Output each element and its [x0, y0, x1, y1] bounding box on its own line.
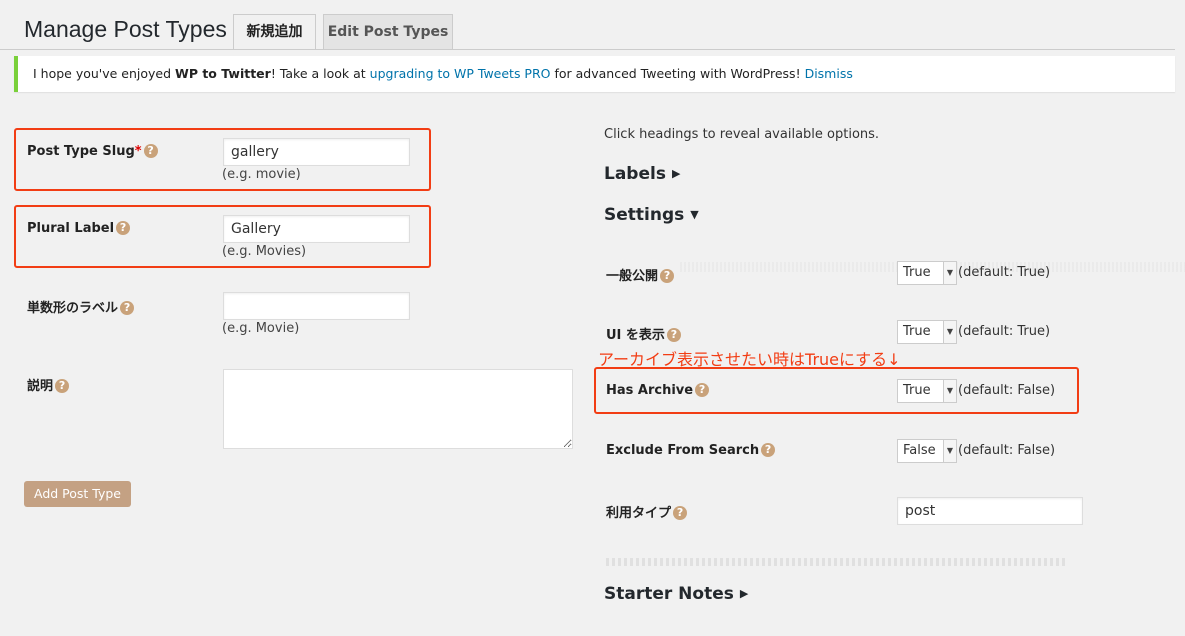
help-icon[interactable]: ? [673, 506, 688, 520]
slug-label: Post Type Slug*? [27, 144, 158, 159]
setting-label-text: 一般公開 [606, 269, 659, 284]
slug-input[interactable]: gallery [223, 138, 410, 166]
description-textarea[interactable] [223, 369, 573, 449]
notice-text-after: for advanced Tweeting with WordPress! [550, 66, 805, 81]
page-title: Manage Post Types [24, 16, 227, 42]
plural-hint: (e.g. Movies) [222, 244, 307, 259]
settings-heading[interactable]: Settings ▼ [604, 205, 699, 225]
has-archive-default: (default: False) [958, 383, 1056, 398]
notice-plugin-name: WP to Twitter [175, 66, 271, 81]
notice-text-mid: ! Take a look at [270, 66, 370, 81]
slug-label-text: Post Type Slug [27, 144, 135, 159]
singular-hint: (e.g. Movie) [222, 321, 300, 336]
notice-text-before: I hope you've enjoyed [33, 66, 176, 81]
has-archive-select[interactable]: True ▼ [897, 379, 957, 403]
public-select[interactable]: True ▼ [897, 261, 957, 285]
starter-notes-heading[interactable]: Starter Notes ▶ [604, 584, 748, 604]
setting-public-label: 一般公開? [606, 265, 675, 284]
slug-hint: (e.g. movie) [222, 167, 301, 182]
upgrade-link[interactable]: upgrading to WP Tweets PRO [370, 66, 551, 81]
setting-show-ui-label: UI を表示? [606, 324, 681, 343]
singular-input[interactable] [223, 292, 410, 320]
add-post-type-button[interactable]: Add Post Type [24, 481, 131, 507]
singular-label-text: 単数形のラベル [27, 301, 119, 316]
caret-down-icon: ▼ [943, 262, 956, 284]
select-value: True [903, 324, 931, 339]
select-value: True [903, 265, 931, 280]
help-icon[interactable]: ? [55, 379, 70, 393]
help-icon[interactable]: ? [660, 269, 675, 283]
tab-edit-post-types[interactable]: Edit Post Types [323, 14, 453, 49]
show-ui-default: (default: True) [958, 324, 1051, 339]
setting-exclude-search-label: Exclude From Search? [606, 443, 776, 458]
select-value: False [903, 443, 936, 458]
faded-row [606, 558, 1066, 566]
setting-label-text: UI を表示 [606, 328, 665, 343]
plural-label: Plural Label? [27, 221, 131, 236]
singular-label: 単数形のラベル? [27, 297, 135, 316]
capability-input[interactable]: post [897, 497, 1083, 525]
triangle-right-icon: ▶ [739, 587, 749, 600]
setting-has-archive-label: Has Archive? [606, 383, 710, 398]
triangle-down-icon: ▼ [690, 208, 699, 221]
caret-down-icon: ▼ [943, 440, 956, 462]
triangle-right-icon: ▶ [671, 167, 681, 180]
help-icon[interactable]: ? [695, 383, 710, 397]
description-label-text: 説明 [27, 379, 54, 394]
description-label: 説明? [27, 375, 70, 394]
setting-capability-label: 利用タイプ? [606, 502, 688, 521]
labels-heading[interactable]: Labels ▶ [604, 164, 680, 184]
help-icon[interactable]: ? [120, 301, 135, 315]
plural-label-text: Plural Label [27, 221, 115, 236]
starter-notes-heading-text: Starter Notes [604, 584, 734, 604]
dismiss-link[interactable]: Dismiss [805, 66, 853, 81]
help-icon[interactable]: ? [666, 328, 681, 342]
help-icon[interactable]: ? [761, 443, 776, 457]
caret-down-icon: ▼ [943, 380, 956, 402]
settings-heading-text: Settings [604, 205, 685, 225]
caret-down-icon: ▼ [943, 321, 956, 343]
options-intro: Click headings to reveal available optio… [604, 127, 880, 142]
setting-label-text: Exclude From Search [606, 443, 760, 458]
setting-label-text: 利用タイプ [606, 506, 672, 521]
exclude-search-default: (default: False) [958, 443, 1056, 458]
help-icon[interactable]: ? [116, 221, 131, 235]
tab-add-new[interactable]: 新規追加 [233, 14, 316, 50]
labels-heading-text: Labels [604, 164, 666, 184]
plural-input[interactable]: Gallery [223, 215, 410, 243]
exclude-search-select[interactable]: False ▼ [897, 439, 957, 463]
public-default: (default: True) [958, 265, 1051, 280]
help-icon[interactable]: ? [143, 144, 158, 158]
required-mark: * [134, 144, 142, 159]
tab-divider [0, 49, 1175, 50]
show-ui-select[interactable]: True ▼ [897, 320, 957, 344]
select-value: True [903, 383, 931, 398]
admin-notice: I hope you've enjoyed WP to Twitter! Tak… [14, 56, 1175, 92]
setting-label-text: Has Archive [606, 383, 694, 398]
